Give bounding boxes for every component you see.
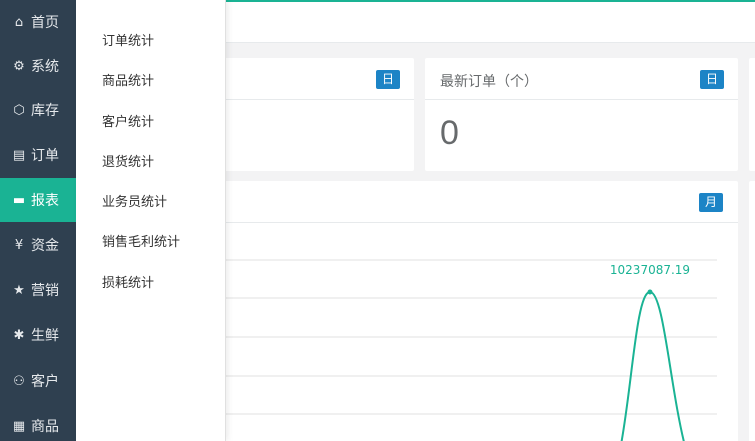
period-badge[interactable]: 日: [376, 70, 401, 89]
sidebar-item-orders[interactable]: ▤ 订单: [0, 133, 76, 177]
sidebar-item-reports[interactable]: ▬ 报表: [0, 178, 76, 222]
period-badge[interactable]: 月: [699, 193, 724, 212]
sidebar-item-label: 客户: [31, 374, 59, 390]
cube-icon: ⬡: [13, 102, 25, 118]
sidebar-item-funds[interactable]: ¥ 资金: [0, 223, 76, 267]
sidebar-item-label: 资金: [31, 238, 59, 254]
submenu-item-return-stats[interactable]: 退货统计: [102, 151, 154, 170]
document-icon: ▤: [12, 147, 26, 163]
stat-card-left: 日: [216, 58, 414, 171]
star-icon: ★: [13, 282, 25, 298]
grid-icon: ▦: [12, 418, 26, 434]
palm-icon: ✱: [13, 327, 25, 343]
home-icon: ⌂: [14, 14, 24, 30]
sidebar-item-label: 营销: [31, 283, 59, 299]
sidebar-item-label: 首页: [31, 15, 59, 31]
chart-gridlines: [216, 259, 717, 415]
sidebar-item-label: 系统: [31, 59, 59, 75]
series-line: [620, 290, 685, 441]
sidebar-item-products[interactable]: ▦ 商品: [0, 404, 76, 441]
card-title: 最新订单（个）: [440, 74, 538, 90]
yen-icon: ¥: [14, 237, 24, 253]
submenu-item-salesman-stats[interactable]: 业务员统计: [102, 191, 167, 210]
period-badge[interactable]: 日: [700, 70, 725, 89]
submenu-item-loss-stats[interactable]: 损耗统计: [102, 272, 154, 291]
monitor-icon: ▬: [12, 192, 26, 208]
reports-submenu: 订单统计 商品统计 客户统计 退货统计 业务员统计 销售毛利统计 损耗统计: [76, 0, 226, 441]
sidebar-item-label: 库存: [31, 103, 59, 119]
submenu-item-product-stats[interactable]: 商品统计: [102, 70, 154, 89]
submenu-item-customer-stats[interactable]: 客户统计: [102, 111, 154, 130]
sidebar-item-customers[interactable]: ⚇ 客户: [0, 359, 76, 403]
latest-orders-card: 最新订单（个） 日 0: [425, 58, 738, 171]
submenu-item-gross-profit-stats[interactable]: 销售毛利统计: [102, 231, 180, 250]
stat-card-right: [749, 58, 755, 171]
sidebar-item-label: 商品: [31, 419, 59, 435]
user-icon: ⚇: [13, 373, 25, 389]
submenu-item-order-stats[interactable]: 订单统计: [102, 30, 154, 49]
sidebar-item-inventory[interactable]: ⬡ 库存: [0, 88, 76, 132]
orders-count: 0: [440, 114, 459, 152]
card-header: [216, 181, 738, 223]
sidebar-item-label: 报表: [31, 193, 59, 209]
sidebar: ⌂ 首页 ⚙ 系统 ⬡ 库存 ▤ 订单 ▬ 报表 ¥ 资金 ★ 营销 ✱ 生鲜 …: [0, 0, 76, 441]
sidebar-item-label: 生鲜: [31, 328, 59, 344]
data-label: 10237087.19: [610, 263, 690, 277]
sidebar-item-fresh[interactable]: ✱ 生鲜: [0, 313, 76, 357]
sidebar-item-home[interactable]: ⌂ 首页: [0, 0, 76, 44]
gear-icon: ⚙: [13, 58, 25, 74]
chart-card-right: [749, 181, 755, 441]
line-chart: 10237087.19: [216, 259, 717, 441]
data-point[interactable]: [647, 289, 653, 295]
sidebar-item-system[interactable]: ⚙ 系统: [0, 44, 76, 88]
sidebar-item-marketing[interactable]: ★ 营销: [0, 268, 76, 312]
sidebar-item-label: 订单: [31, 148, 59, 164]
